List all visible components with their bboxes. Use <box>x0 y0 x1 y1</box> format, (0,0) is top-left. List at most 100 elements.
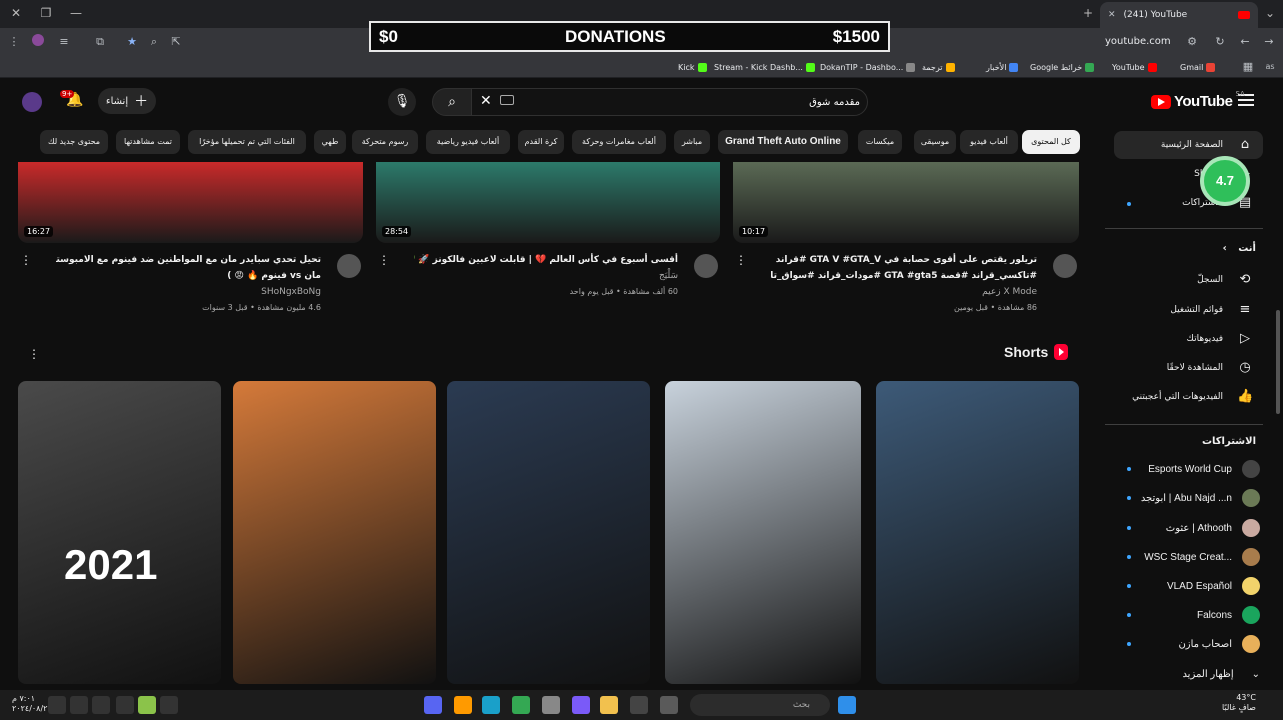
subscription-item[interactable]: ابوتجد | Abu Najd ...n <box>1120 488 1260 508</box>
subscription-item[interactable]: عثوث | Athooth <box>1120 518 1260 538</box>
bookmark-star-icon[interactable]: ★ <box>124 34 140 50</box>
filter-chip[interactable]: كرة القدم <box>518 130 564 154</box>
filter-chip[interactable]: كل المحتوى <box>1022 130 1080 154</box>
clear-search-icon[interactable]: ✕ <box>480 93 496 109</box>
taskbar-weather[interactable]: 43°C صافٍ غالبًا <box>1222 693 1256 713</box>
chrome-icon[interactable] <box>512 696 530 714</box>
volume-icon[interactable] <box>48 696 66 714</box>
tray-chevron-icon[interactable] <box>160 696 178 714</box>
short-thumbnail[interactable] <box>447 381 650 684</box>
bookmark-item[interactable]: Gmail <box>1180 60 1216 74</box>
forward-icon[interactable]: ← <box>1237 34 1253 50</box>
filter-chip[interactable]: الفئات التي تم تحميلها مؤخرًا <box>188 130 306 154</box>
short-thumbnail[interactable] <box>233 381 436 684</box>
search-button[interactable]: ⌕ <box>432 88 472 116</box>
search-input[interactable] <box>520 91 860 113</box>
sidebar-item-home[interactable]: الصفحة الرئيسية ⌂ <box>1114 131 1263 159</box>
all-bookmarks-icon[interactable]: ▦ <box>1240 59 1256 75</box>
filter-chip[interactable]: تمت مشاهدتها <box>116 130 180 154</box>
profile-avatar-icon[interactable] <box>30 34 46 50</box>
subscription-item[interactable]: VLAD Español <box>1120 576 1260 596</box>
sidebar-item-like[interactable]: الفيديوهات التي أعجبتني 👍 <box>1114 383 1263 411</box>
video-title[interactable]: أقسى أسبوع في كأس العالم 💔 | قابلت لاعبي… <box>414 252 678 268</box>
video-thumbnail[interactable]: 28:54 <box>376 162 720 243</box>
shorts-more-icon[interactable]: ⋮ <box>28 348 40 360</box>
filter-chip[interactable]: ميكسات <box>858 130 902 154</box>
reload-icon[interactable]: ↻ <box>1212 34 1228 50</box>
short-thumbnail[interactable]: 2021 <box>18 381 221 684</box>
sidebar-item-playlist[interactable]: قوائم التشغيل ≡ <box>1114 296 1263 324</box>
tab-youtube[interactable]: ✕ (241) YouTube <box>1100 2 1258 28</box>
filter-chip[interactable]: ألعاب فيديو رياضية <box>426 130 510 154</box>
create-button[interactable]: إنشاء ＋ <box>98 88 156 114</box>
bookmark-item[interactable]: ترجمة <box>922 60 955 74</box>
show-more-button[interactable]: إظهار المزيد ⌄ <box>1120 664 1260 684</box>
filter-chip[interactable]: ألعاب فيديو <box>960 130 1018 154</box>
filter-chip[interactable]: رسوم متحركة <box>352 130 418 154</box>
channel-name[interactable]: سَلْيَج <box>414 271 678 281</box>
keyboard-icon[interactable] <box>500 95 514 105</box>
extensions-icon[interactable]: ⧉ <box>92 34 108 50</box>
youtube-logo[interactable]: YouTube SA <box>1151 90 1245 110</box>
video-more-icon[interactable]: ⋮ <box>378 254 390 266</box>
sidebar-item-watch-later[interactable]: المشاهدة لاحقًا ◷ <box>1114 354 1263 382</box>
github-desktop-icon[interactable] <box>542 696 560 714</box>
sidebar-icon[interactable]: ≡ <box>56 34 72 50</box>
subscription-item[interactable]: Esports World Cup <box>1120 459 1260 479</box>
subscription-item[interactable]: WSC Stage Creat... <box>1120 547 1260 567</box>
discord-icon[interactable] <box>424 696 442 714</box>
back-icon[interactable]: → <box>1261 34 1277 50</box>
widgets-icon[interactable] <box>660 696 678 714</box>
channel-avatar[interactable] <box>694 254 718 278</box>
page-scrollbar[interactable] <box>1276 310 1280 414</box>
windows-start-icon[interactable] <box>838 696 856 714</box>
install-app-icon[interactable]: ⇱ <box>168 34 184 50</box>
illustrator-icon[interactable] <box>454 696 472 714</box>
mic-tray-icon[interactable] <box>116 696 134 714</box>
tray-app-icon[interactable] <box>138 696 156 714</box>
sidebar-item-history[interactable]: السجلّ ⟲ <box>1114 266 1263 294</box>
video-title[interactable]: تحيل تحدي سبايدر مان مع المواطنين ضد فين… <box>56 252 321 284</box>
sidebar-you-heading[interactable]: ‹ أنت <box>1114 243 1256 254</box>
channel-name[interactable]: X Mode زعيم <box>771 287 1037 297</box>
channel-name[interactable]: SHoNgxBoNg <box>56 287 321 297</box>
bookmark-item[interactable]: YouTube <box>1112 60 1157 74</box>
bookmark-item[interactable]: Google خرائط <box>1030 60 1095 74</box>
bookmark-item[interactable]: Stream - Kick Dashb... <box>714 60 815 74</box>
restore-window-icon[interactable]: ❐ <box>38 6 54 22</box>
tab-search-icon[interactable]: ⌄ <box>1262 6 1278 22</box>
filter-chip[interactable]: مباشر <box>674 130 710 154</box>
language-icon[interactable] <box>92 696 110 714</box>
bookmark-item[interactable]: الأخبار <box>986 60 1019 74</box>
voice-search-button[interactable]: 🎙 <box>388 88 416 116</box>
filter-chip[interactable]: Grand Theft Auto Online <box>718 130 848 154</box>
filter-chip[interactable]: ألعاب مغامرات وحركة <box>572 130 666 154</box>
video-more-icon[interactable]: ⋮ <box>735 254 747 266</box>
site-settings-icon[interactable]: ⚙ <box>1184 34 1200 50</box>
video-thumbnail[interactable]: 16:27 <box>18 162 363 243</box>
minimize-window-icon[interactable]: — <box>68 6 84 22</box>
bookmark-item[interactable]: Kick <box>678 60 707 74</box>
subscription-item[interactable]: اصحاب مازن <box>1120 634 1260 654</box>
menu-kebab-icon[interactable]: ⋮ <box>6 34 22 50</box>
channel-avatar[interactable] <box>1053 254 1077 278</box>
close-window-icon[interactable]: ✕ <box>8 6 24 22</box>
filter-chip[interactable]: محتوى جديد لك <box>40 130 108 154</box>
subscription-item[interactable]: Falcons <box>1120 605 1260 625</box>
taskbar-search[interactable]: بحث <box>690 694 830 716</box>
filter-chip[interactable]: طهي <box>314 130 346 154</box>
short-thumbnail[interactable] <box>665 381 861 684</box>
edge-icon[interactable] <box>482 696 500 714</box>
filter-chip[interactable]: موسيقى <box>914 130 956 154</box>
sidebar-item-your-videos[interactable]: فيديوهاتك ▷ <box>1114 325 1263 353</box>
short-thumbnail[interactable] <box>876 381 1079 684</box>
new-tab-icon[interactable]: + <box>1080 6 1096 22</box>
network-icon[interactable] <box>70 696 88 714</box>
video-thumbnail[interactable]: 10:17 <box>733 162 1079 243</box>
bookmark-as-icon[interactable]: as <box>1262 59 1278 75</box>
close-tab-icon[interactable]: ✕ <box>1108 10 1116 20</box>
taskbar-clock[interactable]: ٧:٠١ م ٢٠٢٤/٠٨/٢٧ <box>12 694 52 714</box>
copilot-icon[interactable] <box>572 696 590 714</box>
video-more-icon[interactable]: ⋮ <box>20 254 32 266</box>
channel-avatar[interactable] <box>337 254 361 278</box>
